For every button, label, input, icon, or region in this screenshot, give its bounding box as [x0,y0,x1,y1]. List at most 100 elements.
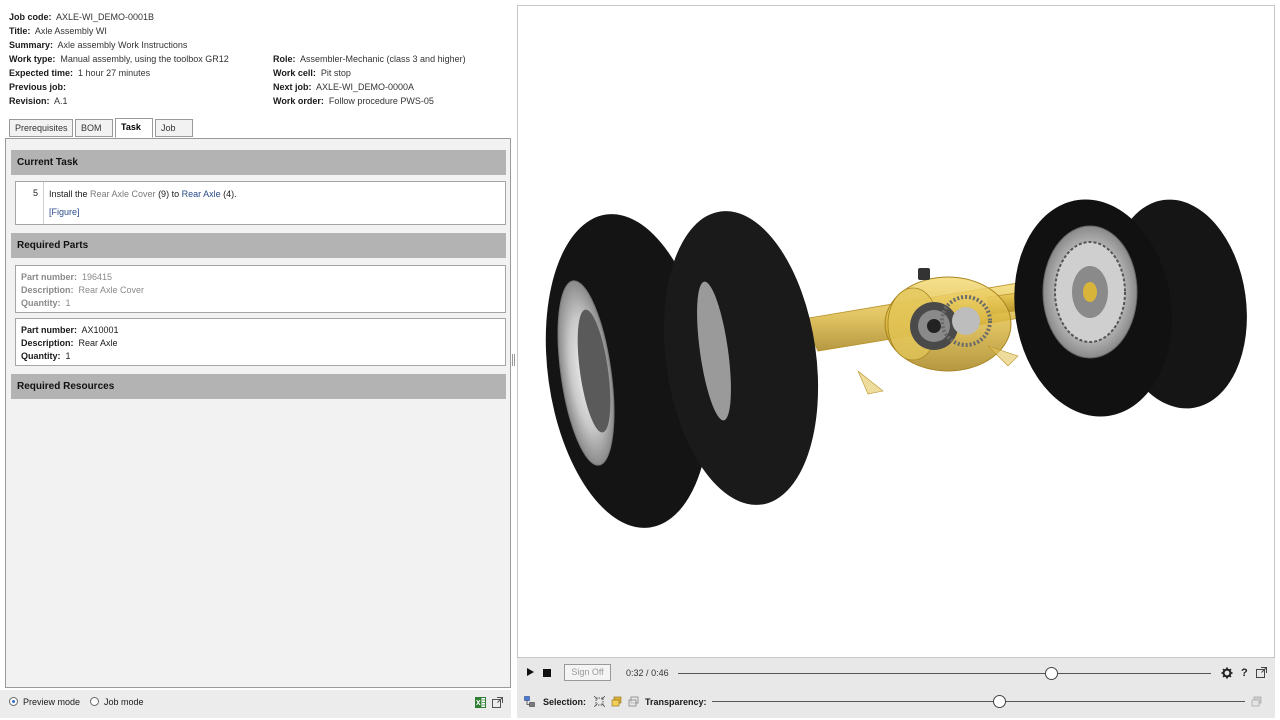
task-text-middle: (9) to [155,189,182,199]
work-instructions-app: Job code: AXLE-WI_DEMO-0001B Title: Axle… [0,0,1280,720]
summary-row: Summary: Axle assembly Work Instructions [9,39,187,51]
required-parts-heading: Required Parts [11,233,506,258]
work-order-value: Follow procedure PWS-05 [328,96,434,106]
description-value: Rear Axle [78,338,118,348]
quantity-value: 1 [65,298,71,308]
role-label: Role: [273,54,296,64]
gear-icon[interactable] [1221,667,1233,679]
job-code-label: Job code: [9,12,52,22]
quantity-value: 1 [65,351,71,361]
work-type-value: Manual assembly, using the toolbox GR12 [60,54,229,64]
select-box-icon[interactable] [594,696,605,707]
quantity-label: Quantity: [21,298,61,308]
select-part-icon[interactable] [611,696,622,707]
excel-icon[interactable] [475,697,486,708]
expected-time-label: Expected time: [9,68,74,78]
expected-time-value: 1 hour 27 minutes [78,68,151,78]
selection-label: Selection: [543,697,587,707]
previous-job-label: Previous job: [9,82,67,92]
job-code-value: AXLE-WI_DEMO-0001B [56,12,155,22]
part-number-label: Part number: [21,325,78,335]
description-label: Description: [21,285,74,295]
next-job-value: AXLE-WI_DEMO-0000A [316,82,415,92]
part-number-line: Part number: 196415 [21,271,112,283]
description-value: Rear Axle Cover [78,285,145,295]
task-step-number: 5 [16,182,44,224]
current-task-box: 5 Install the Rear Axle Cover (9) to Rea… [15,181,506,225]
part-number-value: AX10001 [81,325,119,335]
preview-mode-label[interactable]: Preview mode [23,696,80,708]
transparency-thumb[interactable] [993,695,1007,708]
task-text-suffix: (4). [220,189,237,199]
required-resources-heading: Required Resources [11,374,506,399]
part-card-2[interactable]: Part number: AX10001 Description: Rear A… [15,318,506,366]
work-cell-value: Pit stop [320,68,351,78]
model-tree-icon[interactable] [524,696,535,707]
next-job-label: Next job: [273,82,312,92]
part-number-line: Part number: AX10001 [21,324,119,336]
previous-job-row: Previous job: [9,81,69,93]
player-controls: Sign Off 0:32 / 0:46 ? Selection: Transp… [517,658,1275,718]
timeline-track[interactable] [678,673,1211,674]
splitter-grip[interactable] [512,354,515,366]
timeline-thumb[interactable] [1044,667,1058,680]
quantity-line: Quantity: 1 [21,297,71,309]
next-job-row: Next job: AXLE-WI_DEMO-0000A [273,81,414,93]
current-time: 0:32 [626,668,644,678]
help-icon[interactable]: ? [1241,667,1248,679]
axle-3d-model[interactable] [518,6,1274,657]
select-transparent-icon[interactable] [628,696,639,707]
summary-label: Summary: [9,40,54,50]
title-row: Title: Axle Assembly WI [9,25,107,37]
sign-off-button[interactable]: Sign Off [564,664,611,681]
play-icon[interactable] [527,668,534,676]
job-mode-label[interactable]: Job mode [104,696,144,708]
revision-value: A.1 [54,96,68,106]
part-card-1[interactable]: Part number: 196415 Description: Rear Ax… [15,265,506,313]
job-code-row: Job code: AXLE-WI_DEMO-0001B [9,11,154,23]
task-text-prefix: Install the [49,189,91,199]
figure-link[interactable]: [Figure] [49,206,80,218]
title-value: Axle Assembly WI [34,26,107,36]
summary-value: Axle assembly Work Instructions [57,40,188,50]
task-panel: Current Task 5 Install the Rear Axle Cov… [5,138,511,688]
part-link-rear-axle[interactable]: Rear Axle [182,189,221,199]
revision-label: Revision: [9,96,50,106]
revision-row: Revision: A.1 [9,95,68,107]
work-type-label: Work type: [9,54,56,64]
quantity-line: Quantity: 1 [21,350,71,362]
description-label: Description: [21,338,74,348]
part-number-value: 196415 [82,272,113,282]
work-order-label: Work order: [273,96,324,106]
tab-bom[interactable]: BOM [75,119,113,137]
stop-icon[interactable] [543,669,551,677]
role-row: Role: Assembler-Mechanic (class 3 and hi… [273,53,466,65]
work-type-row: Work type: Manual assembly, using the to… [9,53,229,65]
popout-icon[interactable] [492,697,503,708]
work-order-row: Work order: Follow procedure PWS-05 [273,95,434,107]
expected-time-row: Expected time: 1 hour 27 minutes [9,67,150,79]
work-cell-row: Work cell: Pit stop [273,67,351,79]
quantity-label: Quantity: [21,351,61,361]
transparency-track[interactable] [712,701,1245,702]
3d-viewport[interactable] [517,5,1275,658]
preview-mode-radio[interactable] [9,697,18,706]
tab-task[interactable]: Task [115,118,153,138]
job-mode-radio[interactable] [90,697,99,706]
time-readout: 0:32 / 0:46 [626,667,669,679]
mode-bar: Preview mode Job mode [0,690,513,718]
tab-job[interactable]: Job [155,119,193,137]
description-line: Description: Rear Axle Cover [21,284,144,296]
current-task-heading: Current Task [11,150,506,175]
work-cell-label: Work cell: [273,68,316,78]
role-value: Assembler-Mechanic (class 3 and higher) [300,54,466,64]
part-link-rear-axle-cover[interactable]: Rear Axle Cover [90,189,156,199]
tab-prerequisites[interactable]: Prerequisites [9,119,73,137]
task-instruction: Install the Rear Axle Cover (9) to Rear … [49,188,237,200]
left-panel: Job code: AXLE-WI_DEMO-0001B Title: Axle… [0,0,513,720]
fullscreen-icon[interactable] [1256,667,1267,678]
description-line: Description: Rear Axle [21,337,118,349]
transparency-label: Transparency: [645,697,707,707]
layers-icon[interactable] [1251,696,1262,707]
total-time: 0:46 [651,668,669,678]
